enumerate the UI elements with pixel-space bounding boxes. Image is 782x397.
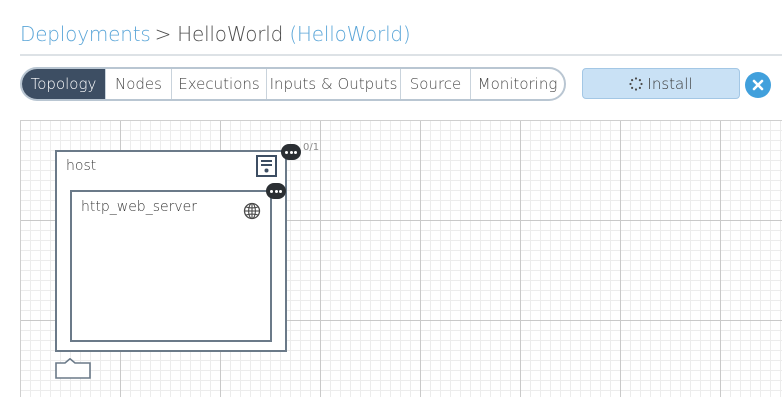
deployment-tabs: Topology Nodes Executions Inputs & Outpu… (20, 67, 566, 101)
host-instance-count: 0/1 (303, 142, 320, 153)
install-button[interactable]: Install (582, 68, 740, 99)
blueprint-name: (HelloWorld) (289, 22, 411, 46)
host-node-menu-icon[interactable] (281, 144, 301, 160)
breadcrumb: Deployments > HelloWorld (HelloWorld) (20, 22, 411, 46)
globe-icon (243, 202, 261, 225)
install-label: Install (647, 74, 693, 93)
tab-topology[interactable]: Topology (22, 69, 106, 99)
breadcrumb-separator: > (154, 22, 172, 46)
breadcrumb-deployments-link[interactable]: Deployments (20, 22, 151, 46)
deployment-name: HelloWorld (177, 22, 284, 46)
host-node-label: host (66, 158, 97, 174)
server-icon (256, 155, 277, 182)
http-web-server-label: http_web_server (81, 199, 198, 215)
tab-source[interactable]: Source (401, 69, 471, 99)
tab-nodes[interactable]: Nodes (106, 69, 172, 99)
tab-executions[interactable]: Executions (172, 69, 267, 99)
tab-inputs-outputs[interactable]: Inputs & Outputs (267, 69, 401, 99)
header-divider (20, 54, 782, 56)
http-web-server-menu-icon[interactable] (266, 183, 286, 199)
tab-monitoring[interactable]: Monitoring (471, 69, 564, 99)
node-connector-handle[interactable] (55, 357, 91, 379)
spinner-icon (629, 76, 644, 91)
close-icon[interactable] (745, 72, 771, 98)
